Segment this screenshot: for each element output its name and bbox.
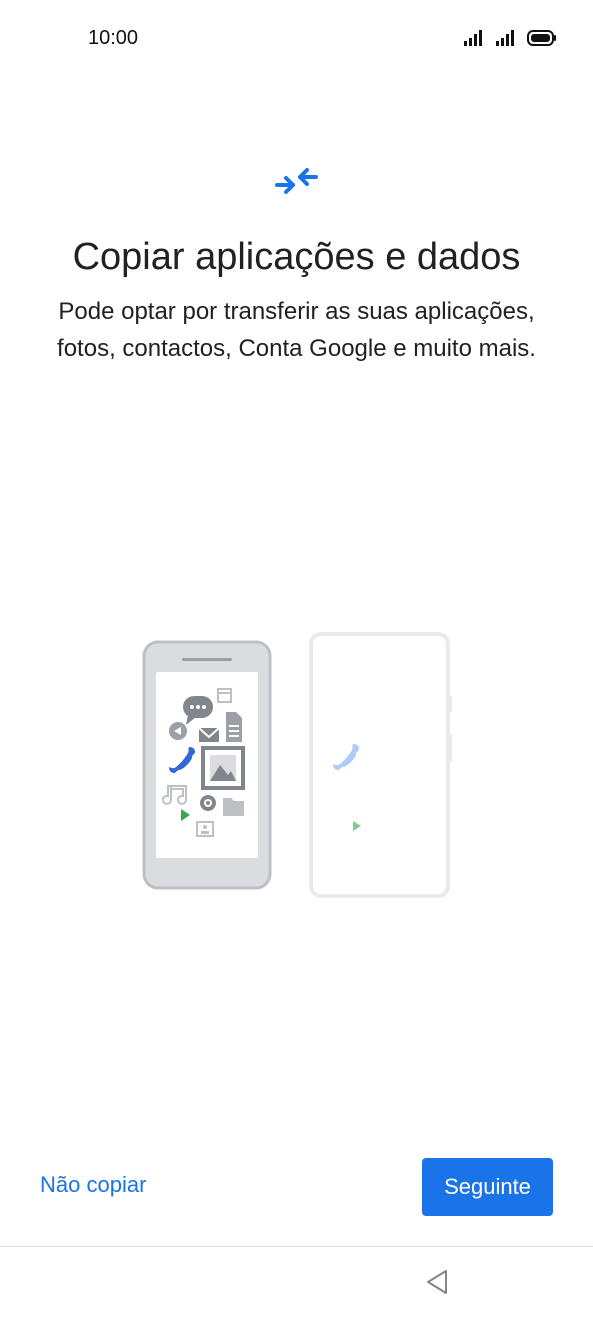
transfer-illustration [142,632,452,898]
email-icon [198,727,220,742]
settings-icon [200,795,216,811]
page-title: Copiar aplicações e dados [72,236,521,278]
transfer-arrows-icon [275,168,318,194]
next-button[interactable]: Seguinte [422,1158,553,1216]
signal-icon [464,30,482,46]
battery-icon [527,30,556,46]
status-icons [464,30,556,46]
status-time: 10:00 [88,27,139,49]
status-bar: 10:00 [0,0,593,76]
skip-button[interactable]: Não copiar [40,1172,146,1204]
document-icon [226,712,242,742]
nav-divider [0,1246,593,1247]
play-circle-icon [169,722,187,740]
signal-icon [496,30,514,46]
new-phone-illustration [309,632,452,898]
page-subtitle: Pode optar por transferir as suas aplica… [57,298,536,362]
back-triangle-icon[interactable] [424,1268,450,1296]
old-phone-illustration [142,640,272,890]
